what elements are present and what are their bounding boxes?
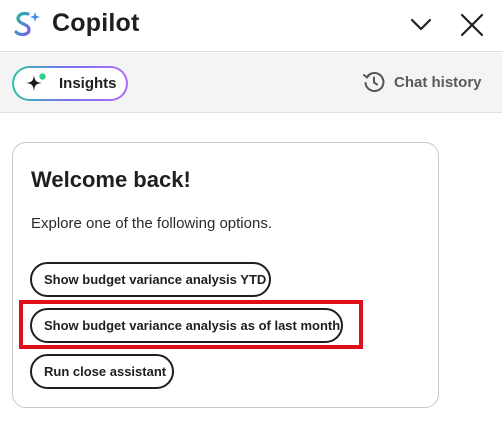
chat-history-button[interactable]: Chat history	[362, 70, 482, 94]
insights-button[interactable]: Insights	[12, 66, 128, 101]
collapse-button[interactable]	[404, 8, 438, 42]
insights-button-inner: Insights	[14, 68, 126, 99]
welcome-subtitle: Explore one of the following options.	[31, 215, 272, 232]
sparkle-icon	[26, 72, 46, 91]
welcome-title: Welcome back!	[31, 167, 191, 192]
close-icon	[460, 13, 484, 37]
app-title: Copilot	[52, 9, 140, 37]
option-budget-variance-ytd-button[interactable]: Show budget variance analysis YTD	[30, 262, 271, 297]
copilot-header: Copilot	[0, 0, 502, 52]
chat-history-label: Chat history	[394, 73, 482, 91]
insights-label: Insights	[59, 75, 117, 92]
chevron-down-icon	[410, 18, 432, 31]
welcome-card: Welcome back! Explore one of the followi…	[12, 142, 439, 408]
copilot-logo-icon	[14, 12, 40, 37]
option-budget-variance-last-month-button[interactable]: Show budget variance analysis as of last…	[30, 308, 343, 343]
history-clock-icon	[363, 72, 385, 92]
option-run-close-assistant-button[interactable]: Run close assistant	[30, 354, 174, 389]
close-button[interactable]	[455, 8, 489, 42]
